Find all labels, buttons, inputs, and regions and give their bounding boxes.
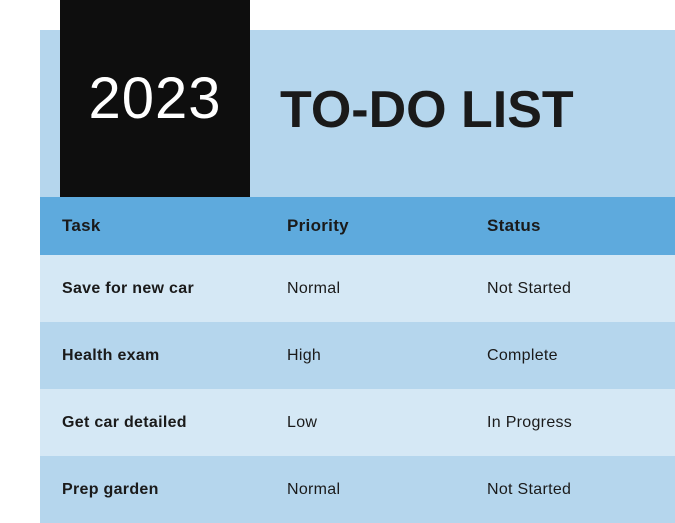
column-header-task: Task [40,216,265,236]
year-box: 2023 [60,0,250,197]
todo-table: Task Priority Status Save for new car No… [40,197,675,523]
task-name: Prep garden [40,481,265,499]
document-container: 2023 TO-DO LIST Task Priority Status Sav… [0,0,675,520]
column-header-status: Status [465,216,675,236]
task-priority: Low [265,414,465,432]
table-row: Get car detailed Low In Progress [40,389,675,456]
table-row: Prep garden Normal Not Started [40,456,675,523]
task-status: Complete [465,347,675,365]
task-status: Not Started [465,280,675,298]
task-name: Save for new car [40,280,265,298]
task-priority: Normal [265,481,465,499]
table-row: Save for new car Normal Not Started [40,255,675,322]
table-row: Health exam High Complete [40,322,675,389]
task-status: Not Started [465,481,675,499]
table-header-row: Task Priority Status [40,197,675,255]
year-label: 2023 [88,65,221,132]
task-priority: Normal [265,280,465,298]
page-title: TO-DO LIST [280,80,574,140]
column-header-priority: Priority [265,216,465,236]
task-status: In Progress [465,414,675,432]
task-name: Get car detailed [40,414,265,432]
task-priority: High [265,347,465,365]
task-name: Health exam [40,347,265,365]
